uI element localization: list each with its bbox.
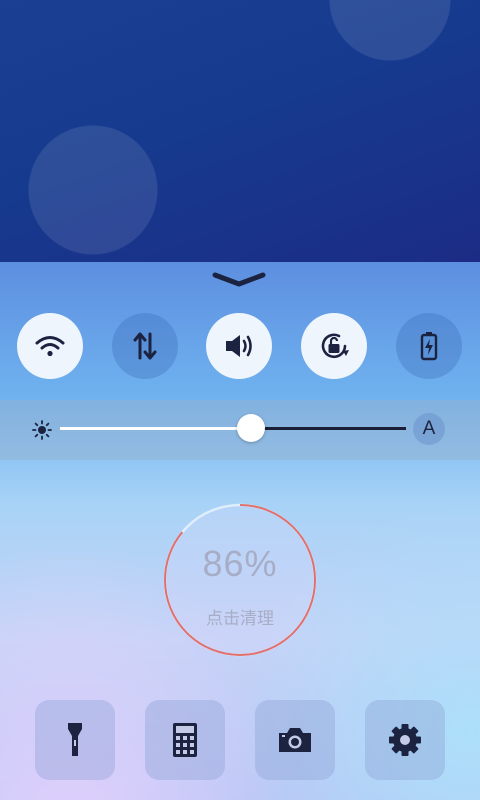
collapse-chevron-icon[interactable] <box>212 270 266 290</box>
gear-icon <box>389 724 421 756</box>
clean-action-label: 点击清理 <box>206 609 274 628</box>
auto-brightness-label: A <box>422 418 436 439</box>
brightness-track-remaining <box>250 427 406 430</box>
data-arrows-icon <box>133 332 157 360</box>
wifi-icon <box>35 336 65 357</box>
brightness-slider-thumb[interactable] <box>236 414 265 442</box>
memory-usage-percent: 86% <box>202 543 278 584</box>
rotation-lock-toggle[interactable] <box>301 313 367 379</box>
settings-button[interactable] <box>365 700 445 780</box>
rotation-lock-icon <box>321 333 349 359</box>
brightness-track-filled <box>60 427 251 430</box>
auto-brightness-button[interactable]: A <box>413 413 445 445</box>
power-saving-toggle[interactable] <box>396 313 462 379</box>
mobile-data-toggle[interactable] <box>112 313 178 379</box>
camera-button[interactable] <box>255 700 335 780</box>
wallpaper-background <box>0 0 480 262</box>
brightness-sun-icon <box>32 420 52 440</box>
calculator-icon <box>173 723 197 757</box>
battery-charging-icon <box>420 332 438 361</box>
flashlight-button[interactable] <box>35 700 115 780</box>
speaker-icon <box>226 335 252 357</box>
flashlight-icon <box>68 723 82 756</box>
calculator-button[interactable] <box>145 700 225 780</box>
memory-cleaner-button[interactable]: 86% 点击清理 <box>160 500 320 660</box>
camera-icon <box>279 728 311 752</box>
wifi-toggle[interactable] <box>17 313 83 379</box>
sound-toggle[interactable] <box>206 313 272 379</box>
